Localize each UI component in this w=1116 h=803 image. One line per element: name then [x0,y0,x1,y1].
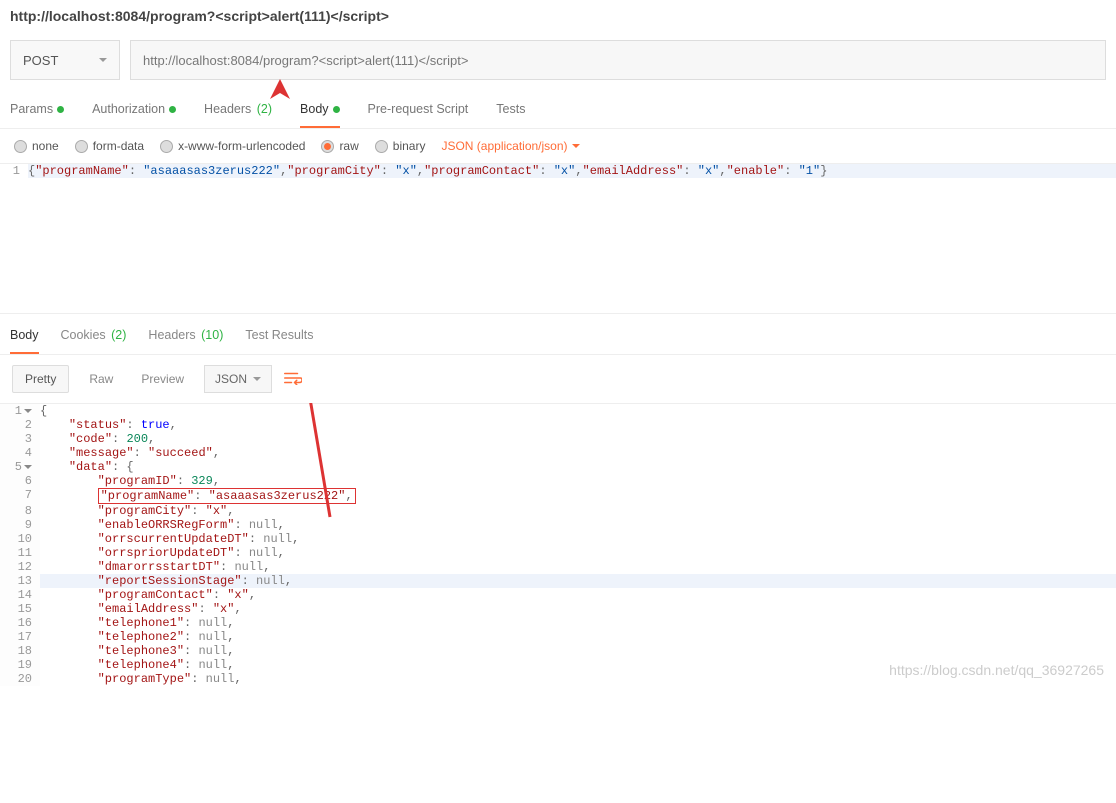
http-method-value: POST [23,53,58,68]
body-type-raw[interactable]: raw [321,139,358,153]
fold-icon[interactable] [24,465,32,473]
chevron-down-icon [253,377,261,385]
response-code-line: "telephone1": null, [40,616,1116,630]
wrap-lines-icon[interactable] [284,371,302,388]
response-code-line: "enableORRSRegForm": null, [40,518,1116,532]
response-tab-headers[interactable]: Headers (10) [148,328,223,354]
line-number: 6 [0,474,40,488]
body-type-x-www-form-urlencoded[interactable]: x-www-form-urlencoded [160,139,305,153]
content-type-select[interactable]: JSON (application/json) [441,139,579,153]
response-tab-test-results[interactable]: Test Results [245,328,313,354]
line-number: 5 [0,460,40,474]
line-number: 4 [0,446,40,460]
body-type-binary[interactable]: binary [375,139,426,153]
tab-authorization[interactable]: Authorization [92,102,176,128]
line-number: 13 [0,574,40,588]
line-number: 20 [0,672,40,686]
line-number: 7 [0,488,40,504]
response-code-line: "dmarorrsstartDT": null, [40,560,1116,574]
tab-pre-request-script[interactable]: Pre-request Script [368,102,469,128]
radio-icon [321,140,334,153]
url-input[interactable]: http://localhost:8084/program?<script>al… [130,40,1106,80]
response-code-line: "message": "succeed", [40,446,1116,460]
line-number: 9 [0,518,40,532]
line-number: 17 [0,630,40,644]
response-code-line: "code": 200, [40,432,1116,446]
line-number: 18 [0,644,40,658]
tab-params[interactable]: Params [10,102,64,128]
radio-icon [160,140,173,153]
response-code-line: "telephone3": null, [40,644,1116,658]
line-number: 2 [0,418,40,432]
http-method-select[interactable]: POST [10,40,120,80]
pretty-button[interactable]: Pretty [12,365,69,393]
format-value: JSON [215,372,247,386]
tab-headers[interactable]: Headers (2) [204,102,272,128]
response-tabs: Body Cookies (2) Headers (10) Test Results [0,314,1116,355]
tab-body[interactable]: Body [300,102,340,128]
response-code-line: "telephone2": null, [40,630,1116,644]
request-body-editor[interactable]: 1 {"programName": "asaaasas3alert(111)ze… [0,164,1116,314]
line-number: 14 [0,588,40,602]
response-code-line: "orrspriorUpdateDT": null, [40,546,1116,560]
response-toolbar: Pretty Raw Preview JSON [0,355,1116,403]
request-tabs: Params Authorization Headers (2) Body Pre-re… [0,88,1116,129]
response-code-line: "programID": 329, [40,474,1116,488]
url-input-value: http://localhost:8084/program?<script>al… [143,53,468,68]
request-body-code: {"programName": "asaaasas3alert(111)zeru… [28,164,1116,178]
preview-button[interactable]: Preview [133,366,192,392]
line-number: 1 [0,404,40,418]
response-code-line: "programContact": "x", [40,588,1116,602]
line-number: 15 [0,602,40,616]
response-code-line: "reportSessionStage": null, [40,574,1116,588]
response-code-line: "programName": "asaaasas3zerus222", [40,488,1116,504]
tab-title: http://localhost:8084/program?<script>al… [0,0,1116,32]
line-number: 8 [0,504,40,518]
line-number: 10 [0,532,40,546]
response-editor[interactable]: 1{2 "status": true,3 "code": 200,4 "mess… [0,403,1116,686]
tab-tests[interactable]: Tests [496,102,525,128]
response-tab-body[interactable]: Body [10,328,39,354]
response-code-line: "data": { [40,460,1116,474]
response-code-line: "programCity": "x", [40,504,1116,518]
radio-icon [375,140,388,153]
line-number: 12 [0,560,40,574]
response-body: 1{2 "status": true,3 "code": 200,4 "mess… [0,403,1116,686]
body-type-none[interactable]: none [14,139,59,153]
line-number: 16 [0,616,40,630]
request-bar: POST http://localhost:8084/program?<scri… [0,32,1116,88]
line-number: 11 [0,546,40,560]
response-code-line: "emailAddress": "x", [40,602,1116,616]
body-type-form-data[interactable]: form-data [75,139,144,153]
chevron-down-icon [99,58,107,66]
chevron-down-icon [572,144,580,152]
response-code-line: "status": true, [40,418,1116,432]
fold-icon[interactable] [24,409,32,417]
body-type-row: none form-data x-www-form-urlencoded raw bin… [0,129,1116,164]
watermark-text: https://blog.csdn.net/qq_36927265 [889,662,1104,678]
radio-icon [14,140,27,153]
line-number: 1 [0,164,28,178]
radio-icon [75,140,88,153]
format-select[interactable]: JSON [204,365,272,393]
response-code-line: "orrscurrentUpdateDT": null, [40,532,1116,546]
line-number: 19 [0,658,40,672]
line-number: 3 [0,432,40,446]
raw-button[interactable]: Raw [81,366,121,392]
response-tab-cookies[interactable]: Cookies (2) [61,328,127,354]
response-code-line: { [40,404,1116,418]
